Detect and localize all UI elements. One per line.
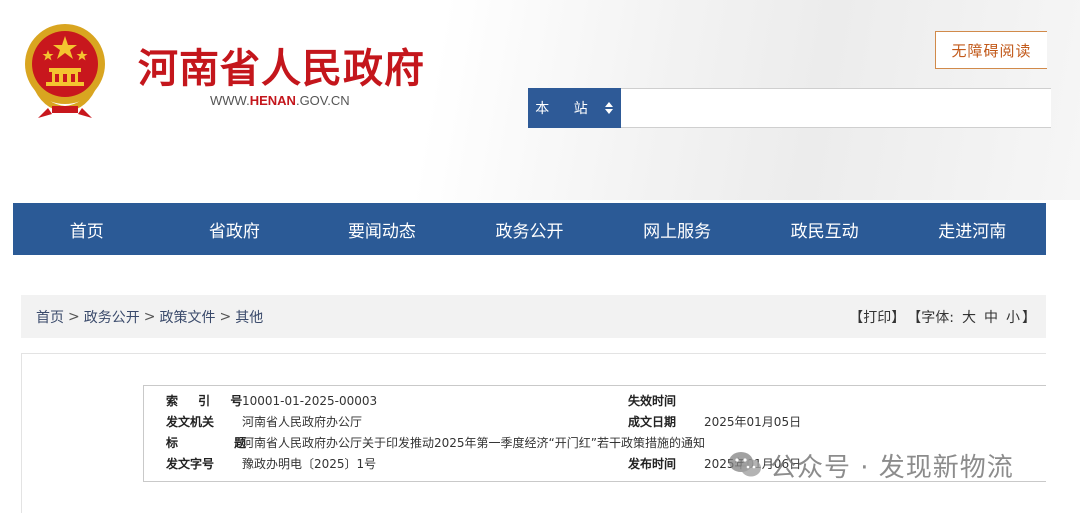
doc-number-value: 豫政办明电〔2025〕1号 — [242, 457, 377, 471]
meta-row-index: 索 引 号 10001-01-2025-00003 失效时间 — [144, 390, 1046, 411]
issuer-value: 河南省人民政府办公厅 — [242, 415, 363, 429]
breadcrumb-separator: > — [68, 308, 80, 325]
breadcrumb-separator: > — [143, 308, 156, 325]
issuer-label: 发文机关 — [166, 415, 215, 429]
search-scope-label: 本 站 — [535, 101, 598, 117]
nav-item-news[interactable]: 要闻动态 — [308, 203, 456, 255]
search-input[interactable] — [621, 88, 1051, 128]
created-date-value: 2025年01月05日 — [704, 415, 802, 429]
site-url: WWW.HENAN.GOV.CN — [210, 93, 350, 108]
search-scope-select[interactable]: 本 站 — [528, 88, 621, 128]
breadcrumb-separator: > — [219, 308, 232, 325]
main-navigation: 首页 省政府 要闻动态 政务公开 网上服务 政民互动 走进河南 — [13, 203, 1046, 255]
page-tools: 【打印】 【字体: 大 中 小 】 — [847, 295, 1036, 338]
publish-time-label: 发布时间 — [628, 457, 677, 471]
accessibility-reading-button[interactable]: 无障碍阅读 — [935, 31, 1047, 69]
national-emblem-logo — [25, 24, 105, 118]
font-size-label: 【字体: — [907, 309, 954, 326]
font-size-close: 】 — [1022, 309, 1036, 326]
font-small-link[interactable]: 小 — [1006, 307, 1020, 327]
print-link[interactable]: 【打印】 — [849, 307, 905, 327]
url-highlight: HENAN — [249, 93, 296, 108]
nav-item-provincial-government[interactable]: 省政府 — [161, 203, 309, 255]
nav-item-online-services[interactable]: 网上服务 — [603, 203, 751, 255]
url-prefix: WWW. — [210, 93, 250, 108]
url-suffix: .GOV.CN — [295, 93, 350, 108]
nav-item-home[interactable]: 首页 — [13, 203, 161, 255]
nav-item-about-henan[interactable]: 走进河南 — [898, 203, 1046, 255]
wechat-watermark: 公众号 · 发现新物流 — [728, 449, 1014, 483]
font-large-link[interactable]: 大 — [962, 307, 976, 327]
title-value: 河南省人民政府办公厅关于印发推动2025年第一季度经济“开门红”若干政策措施的通… — [242, 436, 705, 450]
nav-item-interaction[interactable]: 政民互动 — [751, 203, 899, 255]
meta-row-issuer: 发文机关 河南省人民政府办公厅 成文日期 2025年01月05日 — [144, 411, 1046, 432]
watermark-text: 公众号 · 发现新物流 — [770, 452, 1014, 483]
font-medium-link[interactable]: 中 — [984, 307, 998, 327]
index-label: 索 引 号 — [166, 394, 251, 408]
breadcrumb: 首页 > 政务公开 > 政策文件 > 其他 — [36, 295, 263, 338]
doc-number-label: 发文字号 — [166, 457, 215, 471]
breadcrumb-government-affairs[interactable]: 政务公开 — [84, 307, 140, 327]
expiry-label: 失效时间 — [628, 394, 677, 408]
breadcrumb-other[interactable]: 其他 — [235, 307, 263, 327]
site-title[interactable]: 河南省人民政府 — [138, 36, 425, 94]
sort-arrows-icon — [604, 102, 613, 114]
index-value: 10001-01-2025-00003 — [242, 393, 378, 408]
breadcrumb-policy-documents[interactable]: 政策文件 — [159, 307, 215, 327]
created-date-label: 成文日期 — [628, 415, 677, 429]
nav-item-government-affairs[interactable]: 政务公开 — [456, 203, 604, 255]
breadcrumb-home[interactable]: 首页 — [36, 307, 64, 327]
breadcrumb-bar: 首页 > 政务公开 > 政策文件 > 其他 【打印】 【字体: 大 中 小 】 — [21, 295, 1046, 338]
wechat-icon — [729, 452, 761, 477]
